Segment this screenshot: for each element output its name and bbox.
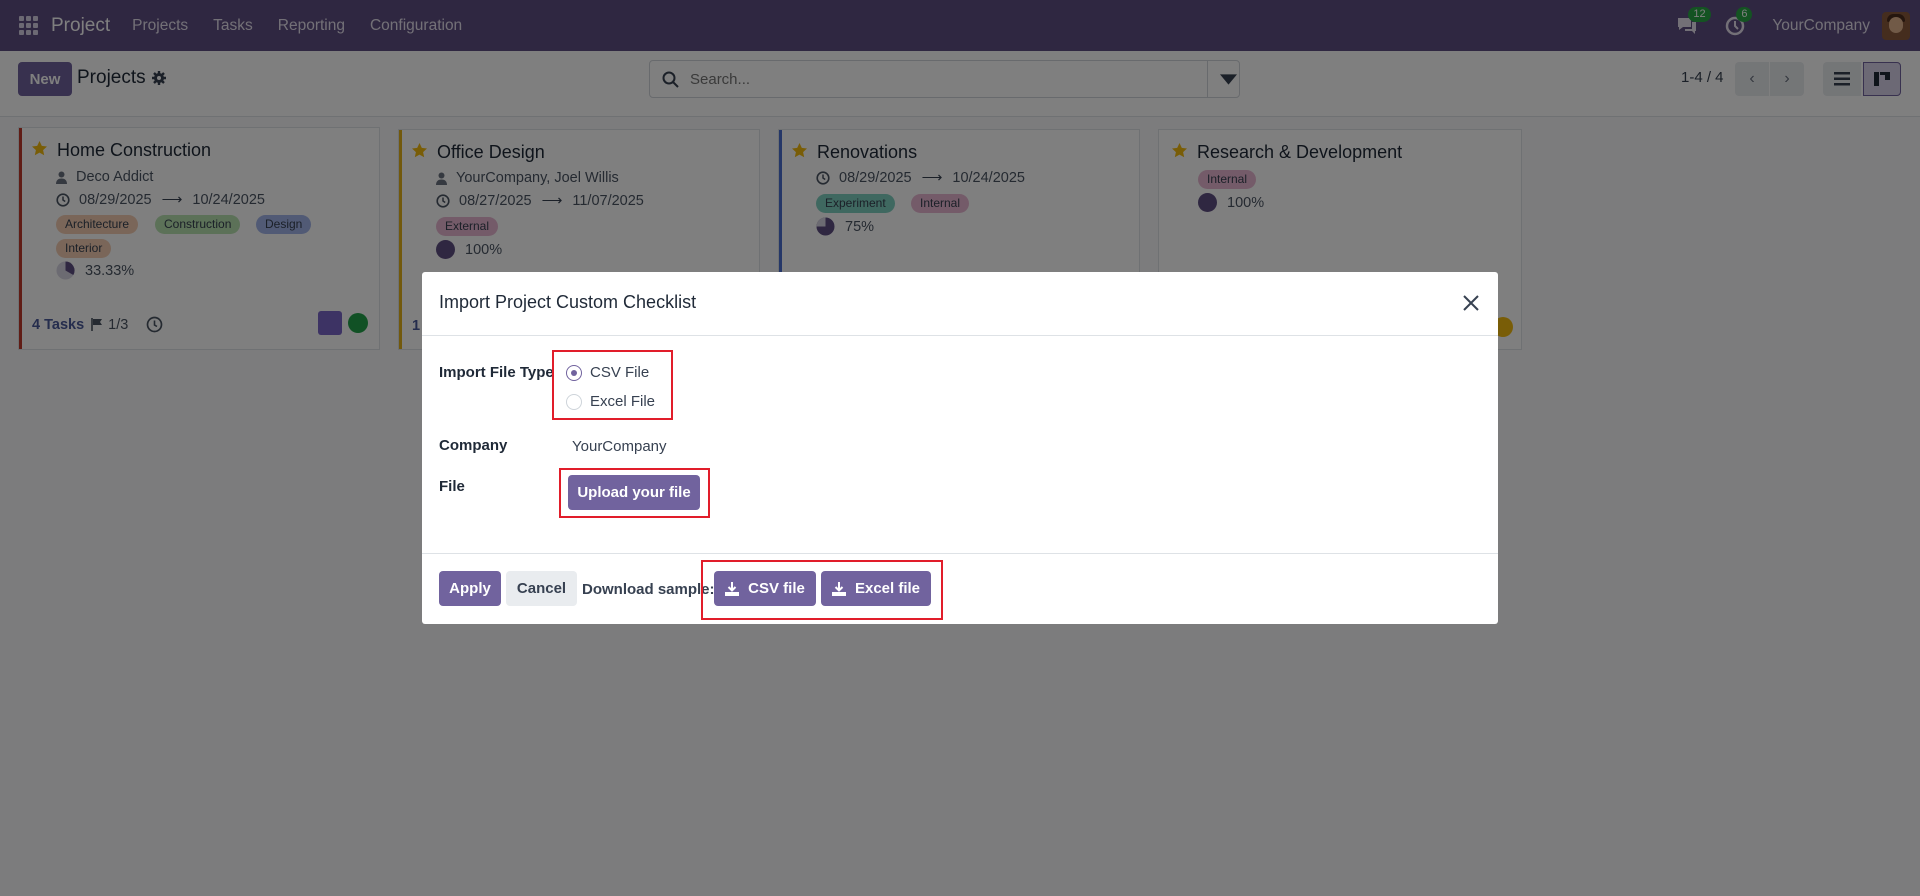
- apply-button[interactable]: Apply: [439, 571, 501, 606]
- highlight-box: [552, 350, 673, 420]
- highlight-box: [559, 468, 710, 518]
- highlight-box: [701, 560, 943, 620]
- file-label: File: [439, 478, 465, 495]
- import-dialog: Import Project Custom Checklist Import F…: [422, 272, 1498, 624]
- modal-title: Import Project Custom Checklist: [439, 292, 697, 312]
- close-icon[interactable]: [1460, 292, 1482, 314]
- modal-footer: Apply Cancel Download sample: CSV file E…: [422, 553, 1498, 624]
- company-label: Company: [439, 437, 508, 454]
- modal-header: Import Project Custom Checklist: [422, 272, 1498, 336]
- download-sample-label: Download sample:: [582, 581, 715, 598]
- cancel-button[interactable]: Cancel: [506, 571, 577, 606]
- file-type-label: Import File Type: [439, 364, 554, 381]
- company-value[interactable]: YourCompany: [572, 438, 667, 455]
